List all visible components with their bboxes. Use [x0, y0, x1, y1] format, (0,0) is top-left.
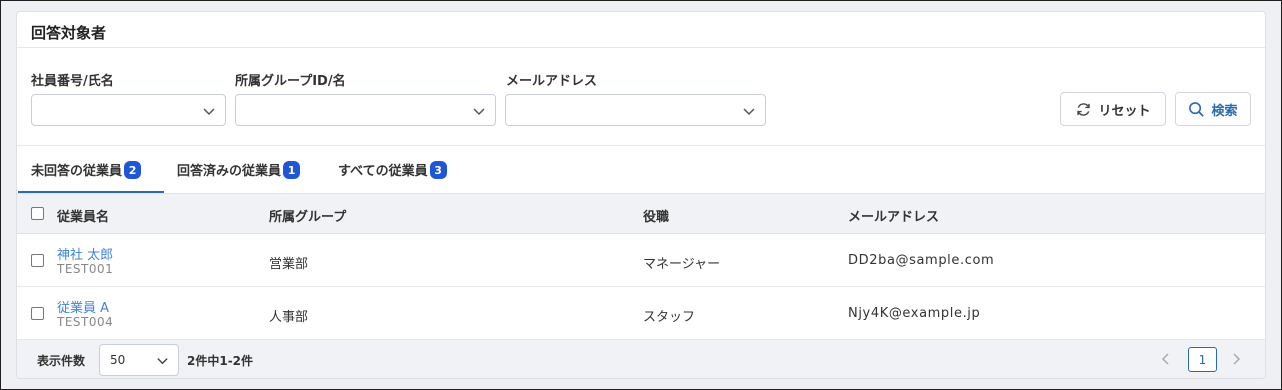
table-row: 神社 太郎 TEST001 営業部 マネージャー DD2ba@sample.co… — [17, 234, 1265, 287]
page-size-value: 50 — [110, 353, 126, 367]
count-badge: 1 — [283, 161, 301, 179]
reset-button[interactable]: リセット — [1060, 92, 1166, 126]
employee-filter-label: 社員番号/氏名 — [31, 74, 114, 89]
column-header-role[interactable]: 役職 — [643, 206, 669, 225]
employee-select[interactable] — [31, 94, 226, 126]
chevron-down-icon — [743, 108, 755, 116]
group-select[interactable] — [235, 94, 496, 126]
result-count: 2件中1-2件 — [187, 354, 254, 368]
column-header-email[interactable]: メールアドレス — [848, 206, 939, 225]
refresh-icon — [1077, 102, 1091, 116]
page-size-label: 表示件数 — [37, 354, 86, 368]
group-cell: 営業部 — [269, 257, 309, 272]
table-footer: 表示件数 50 2件中1-2件 1 — [17, 340, 1265, 378]
reset-label: リセット — [1098, 103, 1151, 119]
select-all-checkbox[interactable] — [31, 207, 44, 220]
tab-answered[interactable]: 回答済みの従業員 1 — [177, 160, 301, 194]
tab-unanswered[interactable]: 未回答の従業員 2 — [31, 160, 142, 194]
chevron-down-icon — [473, 108, 485, 116]
page-size-select[interactable]: 50 — [99, 344, 179, 376]
role-cell: マネージャー — [643, 257, 721, 272]
tab-label: すべての従業員 — [338, 164, 428, 179]
email-filter-label: メールアドレス — [506, 74, 598, 89]
role-cell: スタッフ — [643, 310, 696, 325]
tab-all[interactable]: すべての従業員 3 — [338, 160, 447, 194]
employee-id: TEST004 — [57, 315, 114, 329]
email-cell: Njy4K@example.jp — [848, 306, 981, 321]
row-checkbox[interactable] — [31, 254, 44, 267]
employee-name-link[interactable]: 従業員 A — [57, 297, 109, 316]
panel-title: 回答対象者 — [31, 24, 107, 42]
search-label: 検索 — [1211, 103, 1238, 119]
employee-name-link[interactable]: 神社 太郎 — [57, 244, 113, 263]
respondents-panel: 回答対象者 社員番号/氏名 所属グループID/名 メールアドレス リセット 検索… — [16, 11, 1266, 379]
search-button[interactable]: 検索 — [1175, 92, 1251, 126]
group-filter-label: 所属グループID/名 — [235, 74, 346, 89]
column-header-group[interactable]: 所属グループ — [269, 206, 346, 225]
tab-label: 未回答の従業員 — [31, 164, 123, 179]
page-button[interactable]: 1 — [1188, 347, 1217, 372]
row-checkbox[interactable] — [31, 307, 44, 320]
chevron-down-icon — [157, 358, 168, 365]
chevron-left-icon[interactable] — [1160, 352, 1172, 366]
table-header: 従業員名 所属グループ 役職 メールアドレス — [17, 193, 1265, 234]
filter-divider — [17, 145, 1265, 146]
count-badge: 3 — [429, 161, 447, 179]
search-icon — [1189, 101, 1205, 117]
group-cell: 人事部 — [269, 310, 309, 325]
email-select[interactable] — [505, 94, 766, 126]
tab-label: 回答済みの従業員 — [177, 164, 282, 179]
table-row: 従業員 A TEST004 人事部 スタッフ Njy4K@example.jp — [17, 287, 1265, 340]
employee-id: TEST001 — [57, 262, 114, 276]
column-header-name[interactable]: 従業員名 — [57, 206, 109, 225]
title-divider — [17, 47, 1265, 48]
count-badge: 2 — [124, 161, 142, 179]
chevron-right-icon[interactable] — [1230, 352, 1242, 366]
chevron-down-icon — [203, 108, 215, 116]
email-cell: DD2ba@sample.com — [848, 253, 995, 268]
